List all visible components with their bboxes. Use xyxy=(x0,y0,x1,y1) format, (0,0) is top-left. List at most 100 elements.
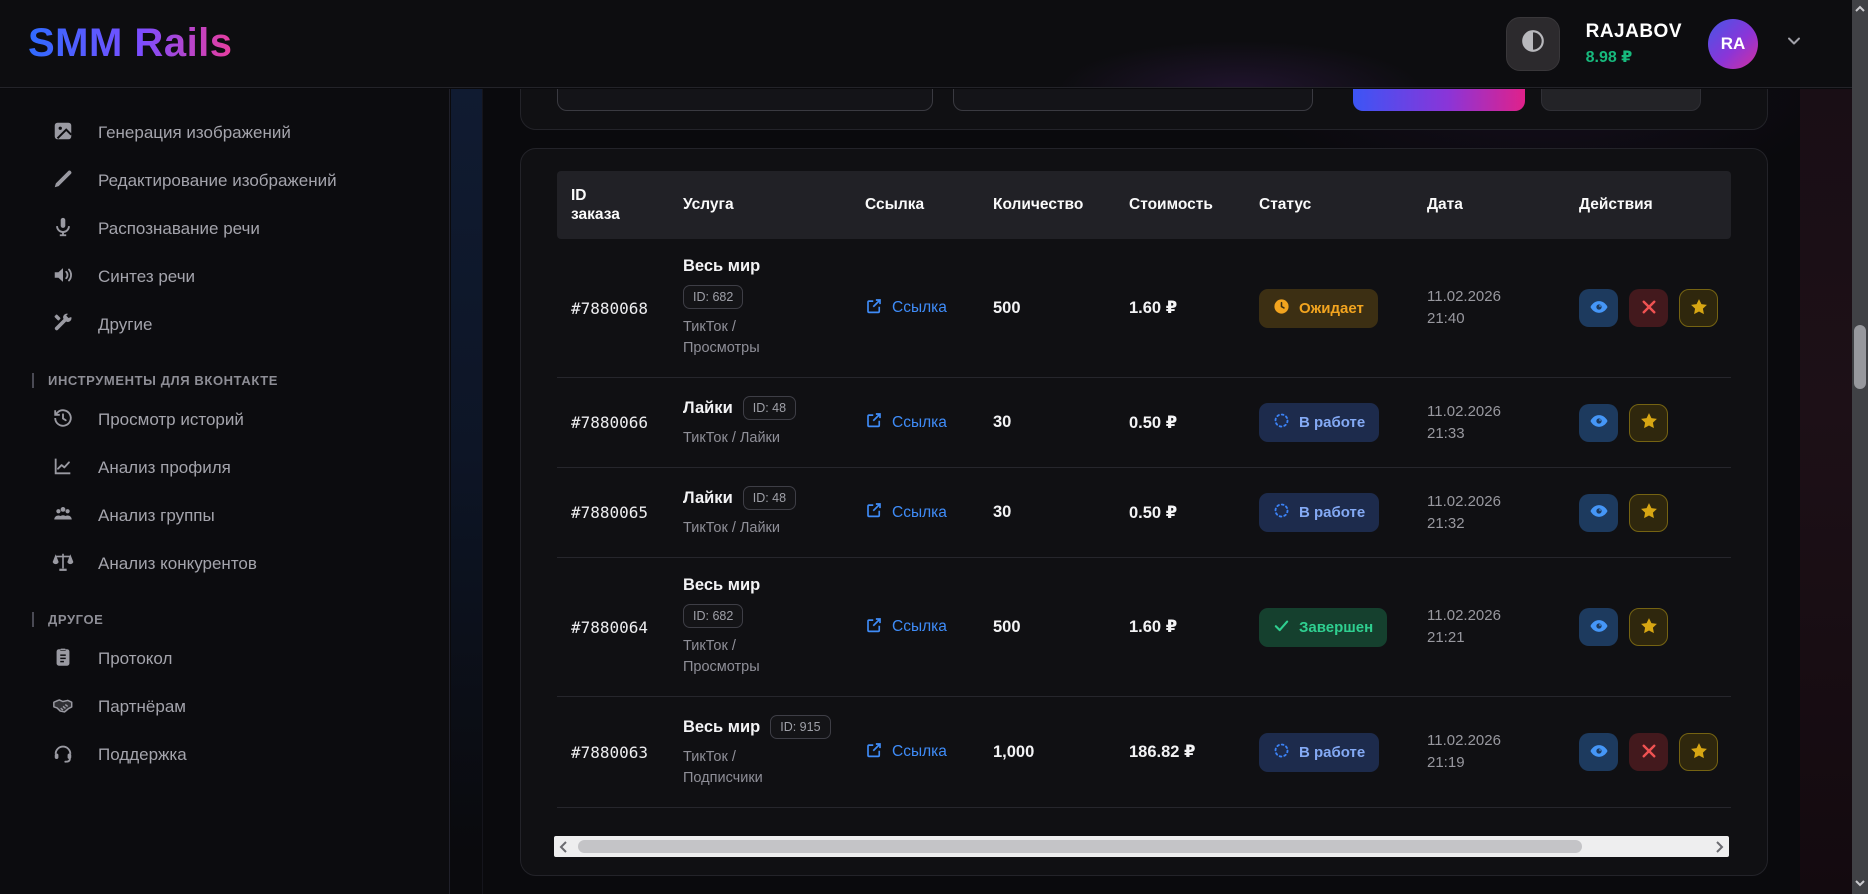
table-row: #7880063 Весь мир ID: 915 ТикТок / Подпи… xyxy=(557,697,1731,808)
sidebar-item-speech-recognition[interactable]: Распознавание речи xyxy=(0,205,449,253)
filter-input-2[interactable] xyxy=(953,89,1313,111)
row-actions xyxy=(1579,404,1731,442)
eye-icon xyxy=(1589,411,1609,434)
scroll-left-icon[interactable] xyxy=(558,841,570,853)
column-header-service: Услуга xyxy=(683,196,865,214)
order-cost: 0.50 ₽ xyxy=(1129,413,1259,433)
filter-input-1[interactable] xyxy=(557,89,933,111)
order-link[interactable]: Ссылка xyxy=(865,741,947,764)
sidebar-item-label: Анализ конкурентов xyxy=(98,554,257,574)
sidebar-item-competitor-analysis[interactable]: Анализ конкурентов xyxy=(0,540,449,588)
filter-reset-button[interactable] xyxy=(1541,89,1701,111)
horizontal-scrollbar[interactable] xyxy=(554,836,1729,857)
speaker-icon xyxy=(52,264,74,291)
header-user-area: RAJABOV 8.98 ₽ RA xyxy=(1506,17,1804,71)
status-badge: В работе xyxy=(1259,403,1379,442)
chevron-down-icon[interactable] xyxy=(1784,31,1804,56)
order-quantity: 30 xyxy=(993,413,1129,432)
sidebar-item-label: Анализ профиля xyxy=(98,458,231,478)
row-actions xyxy=(1579,733,1731,771)
view-order-button[interactable] xyxy=(1579,404,1618,442)
vertical-scrollbar[interactable] xyxy=(1852,0,1868,894)
sidebar-item-profile-analysis[interactable]: Анализ профиля xyxy=(0,444,449,492)
order-cost: 0.50 ₽ xyxy=(1129,503,1259,523)
sidebar-item-group-analysis[interactable]: Анализ группы xyxy=(0,492,449,540)
app-logo[interactable]: SMM Rails xyxy=(28,21,233,66)
sidebar-section-label: ИНСТРУМЕНТЫ ДЛЯ ВКОНТАКТЕ xyxy=(48,373,278,388)
sidebar-item-partners[interactable]: Партнёрам xyxy=(0,683,449,731)
order-link[interactable]: Ссылка xyxy=(865,501,947,524)
sidebar-section-vk-tools: ИНСТРУМЕНТЫ ДЛЯ ВКОНТАКТЕ xyxy=(0,373,449,388)
service-subtitle: ТикТок / Просмотры xyxy=(683,636,808,678)
order-quantity: 30 xyxy=(993,503,1129,522)
order-link[interactable]: Ссылка xyxy=(865,297,947,320)
contrast-icon xyxy=(1520,28,1546,59)
scroll-down-icon[interactable] xyxy=(1852,878,1868,890)
order-cost: 1.60 ₽ xyxy=(1129,298,1259,318)
favorite-order-button[interactable] xyxy=(1679,733,1718,771)
cancel-order-button[interactable] xyxy=(1629,289,1668,327)
row-actions xyxy=(1579,608,1731,646)
star-icon xyxy=(1639,501,1659,524)
theme-toggle-button[interactable] xyxy=(1506,17,1560,71)
headset-icon xyxy=(52,742,74,769)
favorite-order-button[interactable] xyxy=(1629,404,1668,442)
vertical-scrollbar-thumb[interactable] xyxy=(1854,325,1866,389)
favorite-order-button[interactable] xyxy=(1629,494,1668,532)
microphone-icon xyxy=(52,216,74,243)
sidebar-item-label: Поддержка xyxy=(98,745,187,765)
order-link[interactable]: Ссылка xyxy=(865,411,947,434)
user-balance: 8.98 ₽ xyxy=(1586,47,1682,67)
column-header-cost: Стоимость xyxy=(1129,196,1259,214)
top-header: SMM Rails RAJABOV 8.98 ₽ RA xyxy=(0,0,1852,88)
sidebar-item-other-tools[interactable]: Другие xyxy=(0,301,449,349)
sidebar-item-label: Партнёрам xyxy=(98,697,186,717)
sidebar-item-label: Синтез речи xyxy=(98,267,195,287)
service-id-badge: ID: 48 xyxy=(743,486,796,510)
sidebar-item-image-generation[interactable]: Генерация изображений xyxy=(0,109,449,157)
service-id-badge: ID: 48 xyxy=(743,396,796,420)
section-marker xyxy=(32,612,34,627)
order-id: #7880065 xyxy=(571,503,683,522)
tools-icon xyxy=(52,312,74,339)
scroll-up-icon[interactable] xyxy=(1852,4,1868,16)
order-date: 11.02.202621:32 xyxy=(1427,491,1579,535)
filter-apply-button[interactable] xyxy=(1353,89,1525,111)
table-row: #7880065 Лайки ID: 48 ТикТок / Лайки Ссы… xyxy=(557,468,1731,558)
history-icon xyxy=(52,407,74,434)
external-link-icon xyxy=(865,411,883,434)
view-order-button[interactable] xyxy=(1579,608,1618,646)
view-order-button[interactable] xyxy=(1579,733,1618,771)
column-header-order-id: ID заказа xyxy=(571,186,633,225)
view-order-button[interactable] xyxy=(1579,289,1618,327)
sidebar-item-label: Просмотр историй xyxy=(98,410,244,430)
status-badge: В работе xyxy=(1259,733,1379,772)
sidebar-item-protocol[interactable]: Протокол xyxy=(0,635,449,683)
spinner-icon xyxy=(1273,502,1290,523)
sidebar: Генерация изображений Редактирование изо… xyxy=(0,89,450,894)
order-id: #7880066 xyxy=(571,413,683,432)
external-link-icon xyxy=(865,297,883,320)
row-actions xyxy=(1579,289,1731,327)
order-link[interactable]: Ссылка xyxy=(865,616,947,639)
sidebar-item-speech-synthesis[interactable]: Синтез речи xyxy=(0,253,449,301)
view-order-button[interactable] xyxy=(1579,494,1618,532)
scroll-right-icon[interactable] xyxy=(1713,841,1725,853)
favorite-order-button[interactable] xyxy=(1629,608,1668,646)
service-cell: Лайки ID: 48 ТикТок / Лайки xyxy=(683,396,833,449)
chart-icon xyxy=(52,455,74,482)
cancel-order-button[interactable] xyxy=(1629,733,1668,771)
sidebar-item-story-views[interactable]: Просмотр историй xyxy=(0,396,449,444)
favorite-order-button[interactable] xyxy=(1679,289,1718,327)
service-id-badge: ID: 682 xyxy=(683,285,743,309)
sidebar-section-label: ДРУГОЕ xyxy=(48,612,103,627)
order-quantity: 500 xyxy=(993,618,1129,637)
horizontal-scrollbar-thumb[interactable] xyxy=(578,840,1582,853)
avatar[interactable]: RA xyxy=(1708,19,1758,69)
column-header-quantity: Количество xyxy=(993,196,1129,214)
sidebar-item-support[interactable]: Поддержка xyxy=(0,731,449,779)
status-badge: В работе xyxy=(1259,493,1379,532)
service-cell: Весь мир ID: 915 ТикТок / Подписчики xyxy=(683,715,833,789)
service-cell: Лайки ID: 48 ТикТок / Лайки xyxy=(683,486,833,539)
sidebar-item-image-editing[interactable]: Редактирование изображений xyxy=(0,157,449,205)
